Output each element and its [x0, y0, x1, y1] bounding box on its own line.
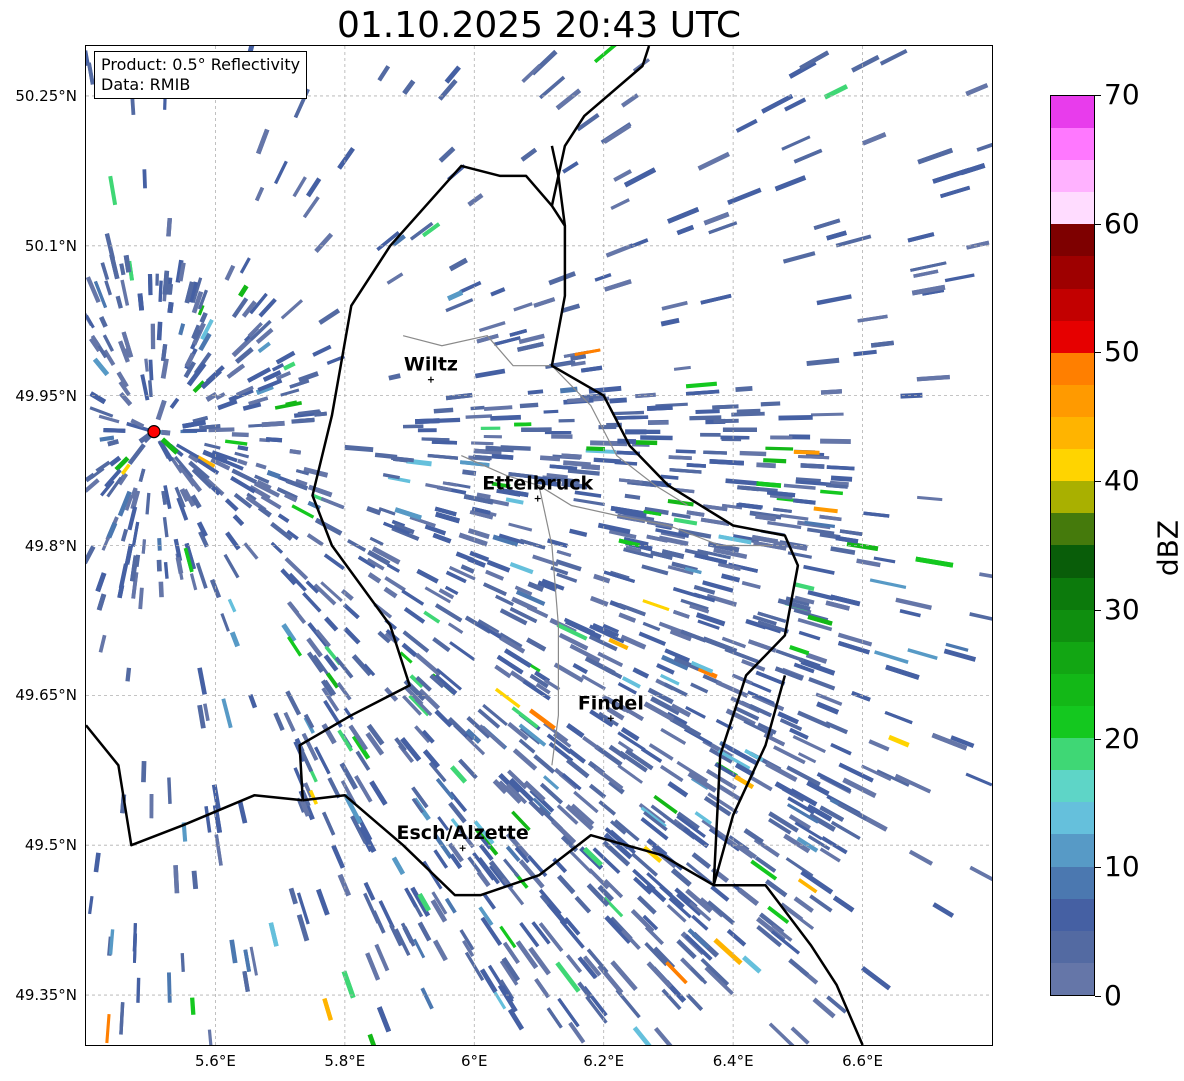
colorbar-tick-mark — [1095, 481, 1101, 483]
colorbar-segment — [1051, 898, 1094, 931]
colorbar-unit-label: dBZ — [1151, 519, 1184, 577]
lon-tick-label: 5.8°E — [324, 1052, 366, 1070]
city-marker: Findel — [578, 692, 644, 722]
colorbar-segment — [1051, 384, 1094, 418]
colorbar-segment — [1051, 545, 1094, 578]
gridlines — [86, 46, 992, 1045]
colorbar-segment — [1051, 834, 1094, 867]
colorbar-segment — [1051, 577, 1094, 610]
colorbar-tick-mark — [1095, 867, 1101, 869]
city-label: Esch/Alzette — [397, 822, 529, 844]
data-source-label: Data: RMIB — [101, 75, 191, 94]
city-marker: Ettelbruck — [482, 473, 594, 502]
colorbar-segment — [1051, 673, 1094, 707]
colorbar-tick-label: 40 — [1104, 464, 1140, 498]
colorbar-segment — [1051, 160, 1094, 193]
radar-map[interactable]: Wiltz Ettelbruck Findel Esch/Alzette — [85, 45, 993, 1046]
product-info-box: Product: 0.5° Reflectivity Data: RMIB — [94, 51, 308, 99]
colorbar-segment — [1051, 352, 1094, 385]
colorbar-segment — [1051, 481, 1094, 514]
dbz-colorbar — [1050, 95, 1095, 996]
colorbar-segment — [1051, 609, 1094, 642]
colorbar-segment — [1051, 738, 1094, 771]
colorbar-tick-mark — [1095, 738, 1101, 740]
lat-tick-label: 50.25°N — [15, 86, 77, 105]
lat-tick-label: 49.95°N — [15, 386, 77, 405]
lat-tick-label: 50.1°N — [24, 236, 77, 255]
city-marker: Wiltz — [404, 354, 458, 383]
colorbar-segment — [1051, 706, 1094, 739]
colorbar-tick-mark — [1095, 223, 1101, 225]
colorbar-segment — [1051, 288, 1094, 321]
lon-tick-label: 6.2°E — [583, 1052, 625, 1070]
colorbar-segment — [1051, 224, 1094, 257]
lon-tick-label: 6.6°E — [842, 1052, 883, 1070]
lon-tick-label: 6°E — [461, 1052, 488, 1070]
colorbar-segment — [1051, 417, 1094, 450]
colorbar-segment — [1051, 802, 1094, 835]
colorbar-segment — [1051, 641, 1094, 674]
lat-tick-label: 49.35°N — [15, 986, 77, 1005]
colorbar-segment — [1051, 962, 1094, 995]
product-label: Product: 0.5° Reflectivity — [101, 55, 301, 74]
city-label: Ettelbruck — [482, 473, 593, 495]
lon-tick-label: 5.6°E — [195, 1052, 236, 1070]
colorbar-segment — [1051, 128, 1094, 161]
colorbar-tick-label: 70 — [1104, 78, 1140, 111]
colorbar-segment — [1051, 192, 1094, 225]
colorbar-tick-mark — [1095, 95, 1101, 96]
colorbar-tick-mark — [1095, 609, 1101, 611]
city-label: Findel — [578, 692, 644, 714]
colorbar-tick-label: 30 — [1104, 592, 1140, 626]
radar-site-marker — [147, 425, 161, 439]
colorbar-tick-mark — [1095, 996, 1101, 997]
colorbar-tick-mark — [1095, 352, 1101, 354]
radar-map-canvas: Wiltz Ettelbruck Findel Esch/Alzette — [86, 46, 992, 1045]
colorbar-segment — [1051, 320, 1094, 353]
colorbar-segment — [1051, 930, 1094, 963]
city-label: Wiltz — [404, 354, 458, 376]
lat-tick-label: 49.8°N — [24, 536, 77, 555]
lat-tick-label: 49.65°N — [15, 686, 77, 705]
colorbar-segment — [1051, 449, 1094, 482]
colorbar-tick-label: 0 — [1104, 979, 1122, 1012]
colorbar-segment — [1051, 513, 1094, 546]
lat-tick-label: 49.5°N — [24, 836, 77, 855]
colorbar-tick-label: 20 — [1104, 721, 1140, 755]
colorbar-tick-label: 60 — [1104, 206, 1140, 240]
colorbar-segment — [1051, 256, 1094, 289]
radar-site-dot — [147, 425, 161, 439]
colorbar-segment — [1051, 95, 1094, 129]
colorbar-segment — [1051, 770, 1094, 803]
lon-tick-label: 6.4°E — [712, 1052, 754, 1070]
colorbar-tick-label: 10 — [1104, 850, 1140, 884]
colorbar-segment — [1051, 866, 1094, 899]
colorbar-tick-label: 50 — [1104, 335, 1140, 369]
map-title: 01.10.2025 20:43 UTC — [336, 5, 742, 46]
